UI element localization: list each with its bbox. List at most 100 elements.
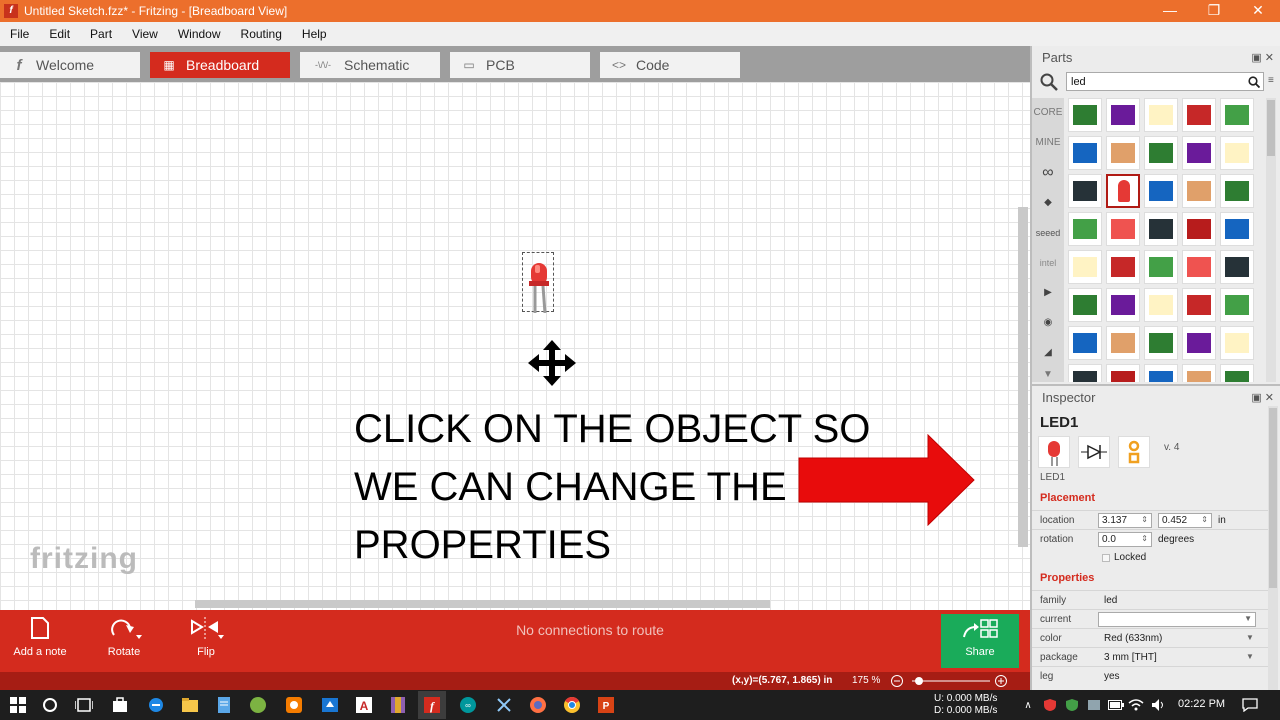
part-result-item[interactable] (1106, 174, 1140, 208)
part-result-item[interactable] (1220, 326, 1254, 360)
part-result-item[interactable] (1144, 174, 1178, 208)
tab-welcome[interactable]: f Welcome (0, 52, 140, 78)
search-icon[interactable] (1248, 76, 1260, 88)
volume-icon[interactable] (1148, 695, 1168, 715)
menu-view[interactable]: View (122, 27, 168, 41)
part-result-item[interactable] (1182, 326, 1216, 360)
wifi-icon[interactable] (1126, 695, 1146, 715)
bin-lilypad[interactable]: ◉ (1032, 308, 1064, 338)
add-note-button[interactable]: Add a note (0, 610, 80, 672)
chevron-down-icon[interactable]: ▼ (1246, 652, 1254, 661)
part-result-item[interactable] (1068, 98, 1102, 132)
bin-other[interactable]: ◢ (1032, 338, 1064, 368)
part-result-item[interactable] (1220, 98, 1254, 132)
winrar-icon[interactable] (388, 695, 408, 715)
maximize-button[interactable]: ❐ (1194, 0, 1234, 22)
menu-part[interactable]: Part (80, 27, 122, 41)
panel-controls[interactable]: ▣ ✕ (1251, 391, 1274, 404)
part-result-item[interactable] (1106, 364, 1140, 382)
part-result-item[interactable] (1182, 98, 1216, 132)
part-result-item[interactable] (1144, 98, 1178, 132)
part-result-item[interactable] (1068, 136, 1102, 170)
app-green-icon[interactable] (248, 695, 268, 715)
share-button[interactable]: Share (941, 614, 1019, 668)
parts-scrollbar[interactable] (1266, 98, 1276, 382)
part-result-item[interactable] (1220, 250, 1254, 284)
zoom-slider[interactable] (890, 674, 1010, 688)
menu-window[interactable]: Window (168, 27, 231, 41)
store-icon[interactable] (110, 695, 130, 715)
part-result-item[interactable] (1182, 364, 1216, 382)
close-button[interactable]: ✕ (1238, 0, 1278, 22)
part-result-item[interactable] (1220, 288, 1254, 322)
tray-app-icon[interactable] (1084, 695, 1104, 715)
part-result-item[interactable] (1182, 288, 1216, 322)
part-result-item[interactable] (1144, 250, 1178, 284)
breadboard-view-image[interactable] (1038, 436, 1070, 468)
pcb-view-image[interactable] (1118, 436, 1150, 468)
search-icon[interactable] (1040, 73, 1058, 91)
part-result-item[interactable] (1068, 364, 1102, 382)
bin-arduino[interactable]: ∞ (1032, 158, 1064, 188)
firefox-icon[interactable] (528, 695, 548, 715)
bin-sparkfun[interactable]: ◆ (1032, 188, 1064, 218)
tab-schematic[interactable]: -\/\/- Schematic (300, 52, 440, 78)
battery-icon[interactable] (1106, 695, 1126, 715)
part-result-item[interactable] (1220, 364, 1254, 382)
menu-routing[interactable]: Routing (231, 27, 292, 41)
flip-button[interactable]: Flip (166, 610, 246, 672)
part-result-item[interactable] (1220, 136, 1254, 170)
canvas-horizontal-scrollbar[interactable] (195, 600, 770, 608)
app-blue-icon[interactable] (320, 695, 340, 715)
antivirus-icon[interactable] (1040, 695, 1060, 715)
chevron-up-icon[interactable]: ∧ (1018, 695, 1038, 715)
task-view-icon[interactable] (74, 695, 94, 715)
file-explorer-icon[interactable] (180, 695, 200, 715)
part-result-item[interactable] (1182, 212, 1216, 246)
part-result-item[interactable] (1106, 136, 1140, 170)
schematic-view-image[interactable] (1078, 436, 1110, 468)
location-x-field[interactable]: 3.137 ⇕ (1098, 513, 1152, 528)
part-result-item[interactable] (1220, 174, 1254, 208)
bin-snootlab[interactable]: ▶ (1032, 278, 1064, 308)
tab-pcb[interactable]: ▭ PCB (450, 52, 590, 78)
shield-icon[interactable] (1062, 695, 1082, 715)
part-result-item[interactable] (1068, 212, 1102, 246)
app-orange-icon[interactable] (284, 695, 304, 715)
windows-start-icon[interactable] (8, 695, 28, 715)
canvas-vertical-scrollbar[interactable] (1018, 207, 1028, 547)
notepad-icon[interactable] (214, 695, 234, 715)
menu-edit[interactable]: Edit (39, 27, 80, 41)
part-result-item[interactable] (1068, 288, 1102, 322)
part-result-item[interactable] (1144, 212, 1178, 246)
chrome-icon[interactable] (562, 695, 582, 715)
locked-checkbox[interactable] (1102, 554, 1110, 562)
bin-intel[interactable]: intel (1032, 248, 1064, 278)
part-result-item[interactable] (1106, 250, 1140, 284)
search-options-icon[interactable]: ≡ (1268, 75, 1274, 86)
rotate-button[interactable]: Rotate (84, 610, 164, 672)
led-part[interactable] (522, 252, 554, 314)
location-y-field[interactable]: 0.452 ⇕ (1158, 513, 1212, 528)
bin-scroll-down[interactable]: ▼ (1032, 368, 1064, 382)
chevron-down-icon[interactable]: ▼ (1246, 633, 1254, 642)
tool-x-icon[interactable] (494, 695, 514, 715)
menu-help[interactable]: Help (292, 27, 337, 41)
color-value[interactable]: Red (633nm) (1104, 633, 1162, 644)
notifications-icon[interactable] (1240, 695, 1260, 715)
powerpoint-icon[interactable]: P (596, 695, 616, 715)
bin-seeed[interactable]: seeed (1032, 218, 1064, 248)
arduino-icon[interactable]: ∞ (458, 695, 478, 715)
part-result-item[interactable] (1068, 326, 1102, 360)
search-icon[interactable] (40, 695, 60, 715)
tab-code[interactable]: <> Code (600, 52, 740, 78)
parts-search-input[interactable] (1066, 72, 1264, 91)
part-result-item[interactable] (1144, 364, 1178, 382)
acrobat-icon[interactable]: A (354, 695, 374, 715)
edge-browser-icon[interactable] (146, 695, 166, 715)
minimize-button[interactable]: — (1150, 0, 1190, 22)
bin-core[interactable]: CORE (1032, 98, 1064, 128)
panel-controls[interactable]: ▣ ✕ (1251, 51, 1274, 64)
part-result-item[interactable] (1106, 98, 1140, 132)
part-result-item[interactable] (1220, 212, 1254, 246)
